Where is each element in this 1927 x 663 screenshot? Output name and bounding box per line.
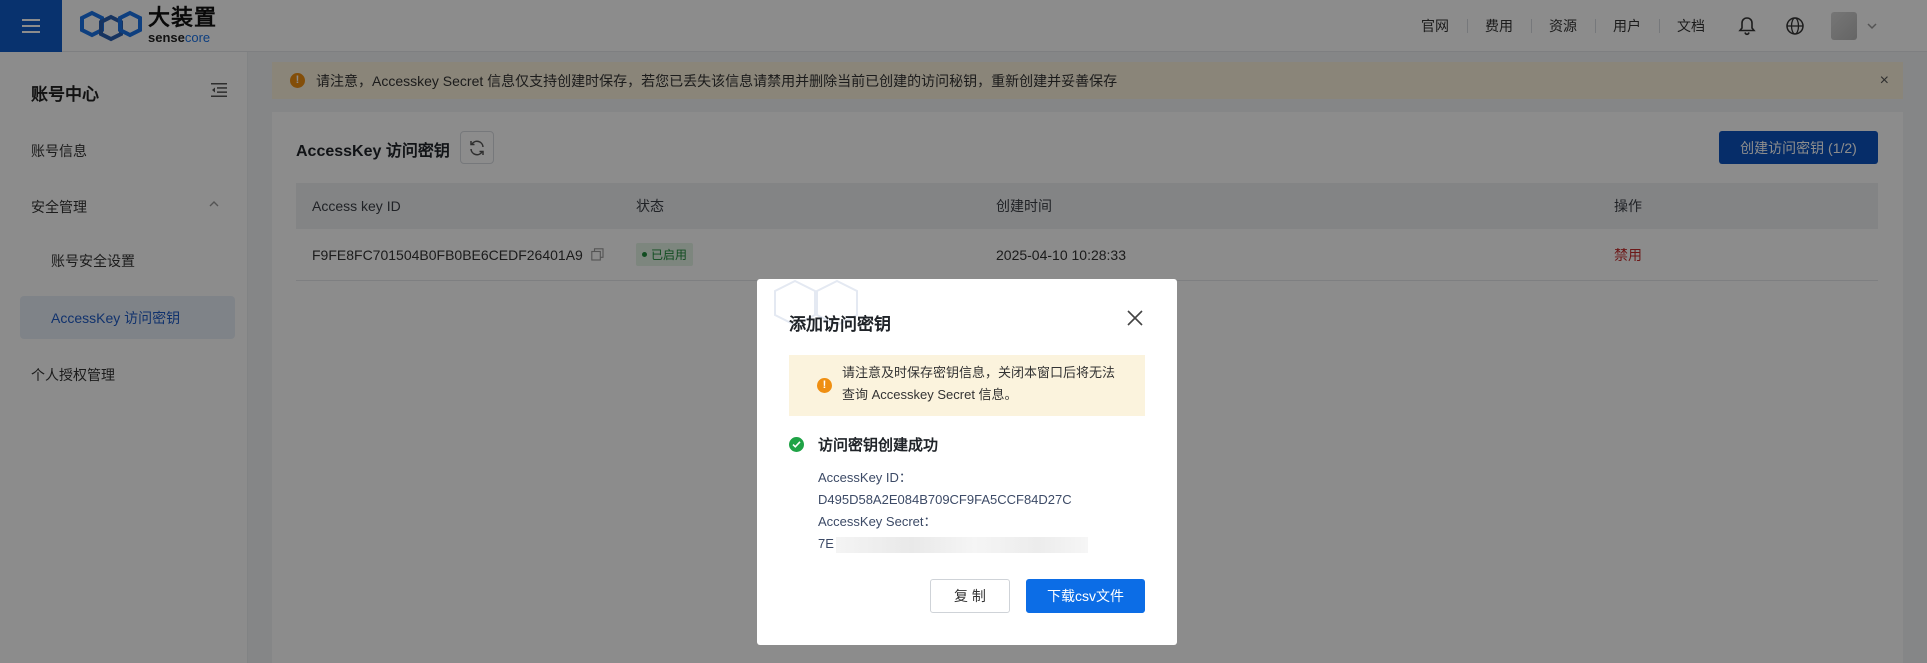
secret-mask (835, 536, 1088, 553)
check-circle-icon (789, 437, 804, 452)
success-message: 访问密钥创建成功 (818, 437, 939, 454)
warning-icon: ! (817, 378, 832, 393)
download-csv-button[interactable]: 下载csv文件 (1026, 579, 1145, 613)
accesskey-secret-label: AccessKey Secret： (818, 514, 937, 529)
modal-warning: ! 请注意及时保存密钥信息，关闭本窗口后将无法查询 Accesskey Secr… (789, 355, 1145, 416)
accesskey-id-label: AccessKey ID： (818, 470, 912, 485)
key-info: AccessKey ID： D495D58A2E084B709CF9FA5CCF… (818, 467, 1088, 555)
modal-warning-text: 请注意及时保存密钥信息，关闭本窗口后将无法查询 Accesskey Secret… (842, 365, 1116, 402)
accesskey-id-value: D495D58A2E084B709CF9FA5CCF84D27C (818, 492, 1072, 507)
add-accesskey-modal: 添加访问密钥 ! 请注意及时保存密钥信息，关闭本窗口后将无法查询 Accessk… (757, 279, 1177, 645)
accesskey-secret-value: 7E (818, 536, 834, 551)
accesskey-secret-row: 7E (818, 533, 1088, 555)
close-icon[interactable] (1126, 309, 1144, 327)
modal-title: 添加访问密钥 (789, 315, 891, 334)
success-row: 访问密钥创建成功 (789, 434, 938, 455)
copy-button[interactable]: 复 制 (930, 579, 1010, 613)
